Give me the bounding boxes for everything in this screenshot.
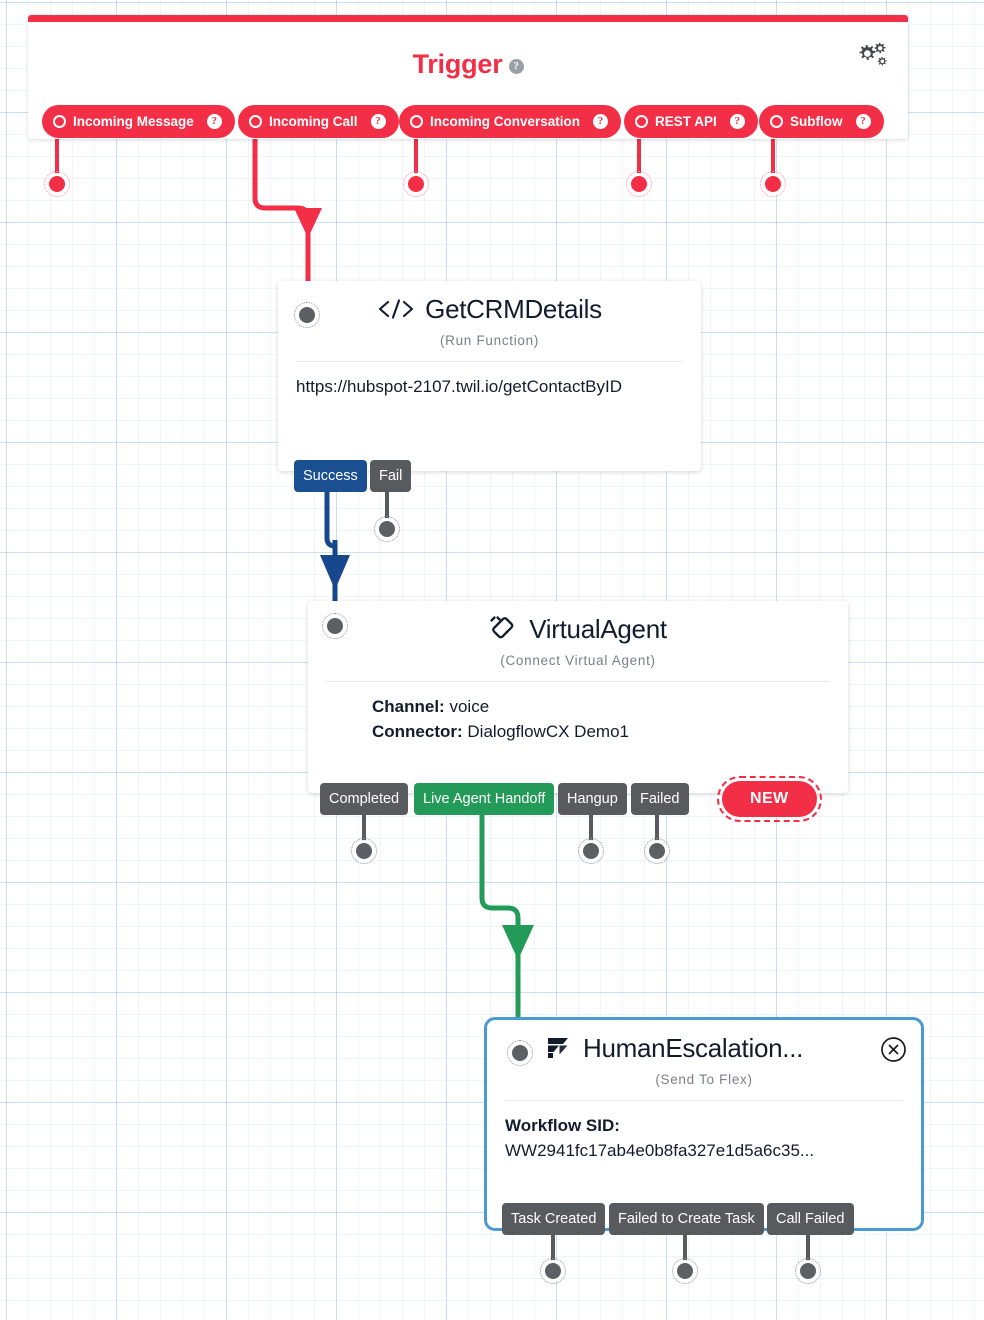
node-humanescalation[interactable]: HumanEscalation... (Send To Flex) Workfl… xyxy=(484,1017,924,1231)
trigger-pill-incoming-conversation[interactable]: Incoming Conversation ? xyxy=(399,105,622,138)
trigger-pill-incoming-message[interactable]: Incoming Message ? xyxy=(42,105,235,138)
transition-pill-completed[interactable]: Completed xyxy=(320,783,409,815)
field-key: Workflow SID: xyxy=(505,1116,620,1135)
endpoint-dot-task-created[interactable] xyxy=(540,1258,566,1284)
trigger-pill-label: Incoming Message xyxy=(73,114,194,129)
transition-label: Live Agent Handoff xyxy=(423,791,546,807)
transition-pill-success[interactable]: Success xyxy=(294,460,367,492)
field-channel: Channel: voice xyxy=(372,694,830,719)
trigger-pill-subflow[interactable]: Subflow ? xyxy=(759,105,884,138)
new-transition-label: NEW xyxy=(750,790,789,807)
node-virtualagent[interactable]: VirtualAgent (Connect Virtual Agent) Cha… xyxy=(308,601,848,793)
circle-outline-icon xyxy=(249,115,262,128)
function-url: https://hubspot-2107.twil.io/getContactB… xyxy=(296,377,623,396)
trigger-panel[interactable]: Trigger? Incoming Message ? Incoming Cal… xyxy=(28,15,908,139)
trigger-pill-label: Incoming Conversation xyxy=(430,114,581,129)
code-brackets-icon xyxy=(377,297,415,321)
transition-label: Task Created xyxy=(511,1211,597,1227)
node-header: HumanEscalation... xyxy=(487,1020,921,1076)
transition-pill-failed-to-create-task[interactable]: Failed to Create Task xyxy=(609,1203,764,1235)
flow-canvas[interactable]: Trigger? Incoming Message ? Incoming Cal… xyxy=(0,0,984,1320)
endpoint-dot-hangup[interactable] xyxy=(578,838,604,864)
node-getcrmdetails[interactable]: GetCRMDetails (Run Function) https://hub… xyxy=(278,281,701,471)
trigger-pill-incoming-call[interactable]: Incoming Call ? xyxy=(238,105,399,138)
trigger-pill-label: Incoming Call xyxy=(269,114,358,129)
node-body: https://hubspot-2107.twil.io/getContactB… xyxy=(278,362,701,399)
node-body: Workflow SID: WW2941fc17ab4e0b8fa327e1d5… xyxy=(487,1101,921,1163)
trigger-title: Trigger? xyxy=(28,49,908,80)
field-key: Channel: xyxy=(372,697,445,716)
phone-handset-icon xyxy=(489,615,519,643)
transition-label: Success xyxy=(303,468,358,484)
field-workflow-sid-value: WW2941fc17ab4e0b8fa327e1d5a6c35... xyxy=(505,1141,815,1160)
node-body: Channel: voice Connector: DialogflowCX D… xyxy=(308,682,848,744)
transition-pill-fail[interactable]: Fail xyxy=(370,460,412,492)
trigger-endpoint-dot-rest-api[interactable] xyxy=(626,171,652,197)
close-circle-icon[interactable] xyxy=(880,1036,907,1063)
field-value: DialogflowCX Demo1 xyxy=(467,722,629,741)
circle-outline-icon xyxy=(635,115,648,128)
help-icon[interactable]: ? xyxy=(855,114,871,129)
endpoint-dot-failed[interactable] xyxy=(644,838,670,864)
node-header: VirtualAgent xyxy=(308,601,848,657)
node-title: HumanEscalation... xyxy=(583,1032,804,1063)
gear-icon[interactable] xyxy=(854,41,888,73)
trigger-endpoint-dot-incoming-message[interactable] xyxy=(44,171,70,197)
transition-pill-hangup[interactable]: Hangup xyxy=(558,783,627,815)
endpoint-dot-fail[interactable] xyxy=(374,516,400,542)
trigger-pill-label: Subflow xyxy=(790,114,843,129)
transition-label: Hangup xyxy=(567,791,618,807)
endpoint-dot-completed[interactable] xyxy=(351,838,377,864)
transition-pill-call-failed[interactable]: Call Failed xyxy=(767,1203,854,1235)
trigger-endpoint-dot-incoming-conversation[interactable] xyxy=(403,171,429,197)
transition-label: Fail xyxy=(379,468,403,484)
help-icon[interactable]: ? xyxy=(593,114,609,129)
trigger-pill-label: REST API xyxy=(655,114,717,129)
help-icon[interactable]: ? xyxy=(370,114,386,129)
trigger-endpoint-dot-subflow[interactable] xyxy=(760,171,786,197)
transition-label: Failed xyxy=(640,791,680,807)
field-value: voice xyxy=(449,697,490,716)
trigger-accent-bar xyxy=(28,15,908,22)
node-header: GetCRMDetails xyxy=(278,281,701,337)
node-title: GetCRMDetails xyxy=(425,293,602,324)
field-key: Connector: xyxy=(372,722,463,741)
transition-pill-task-created[interactable]: Task Created xyxy=(502,1203,606,1235)
endpoint-dot-call-failed[interactable] xyxy=(795,1258,821,1284)
transition-label: Completed xyxy=(329,791,400,807)
trigger-pill-rest-api[interactable]: REST API ? xyxy=(624,105,758,138)
transition-label: Failed to Create Task xyxy=(618,1211,755,1227)
help-icon[interactable]: ? xyxy=(729,114,745,129)
circle-outline-icon xyxy=(53,115,66,128)
trigger-help-icon[interactable]: ? xyxy=(508,59,524,74)
endpoint-dot-failed-to-create-task[interactable] xyxy=(672,1258,698,1284)
field-workflow-sid-key: Workflow SID: xyxy=(505,1113,903,1138)
flex-logo-icon xyxy=(545,1034,573,1062)
circle-outline-icon xyxy=(410,115,423,128)
transition-pill-live-agent-handoff[interactable]: Live Agent Handoff xyxy=(414,783,555,815)
circle-outline-icon xyxy=(770,115,783,128)
trigger-title-text: Trigger xyxy=(412,49,503,79)
transition-label: Call Failed xyxy=(776,1211,845,1227)
help-icon[interactable]: ? xyxy=(206,114,222,129)
transition-pill-failed[interactable]: Failed xyxy=(631,783,689,815)
trigger-pill-row: Incoming Message ? Incoming Call ? Incom… xyxy=(28,105,908,139)
field-connector: Connector: DialogflowCX Demo1 xyxy=(372,719,830,744)
new-transition-button[interactable]: NEW xyxy=(717,776,822,822)
node-title: VirtualAgent xyxy=(529,613,667,644)
